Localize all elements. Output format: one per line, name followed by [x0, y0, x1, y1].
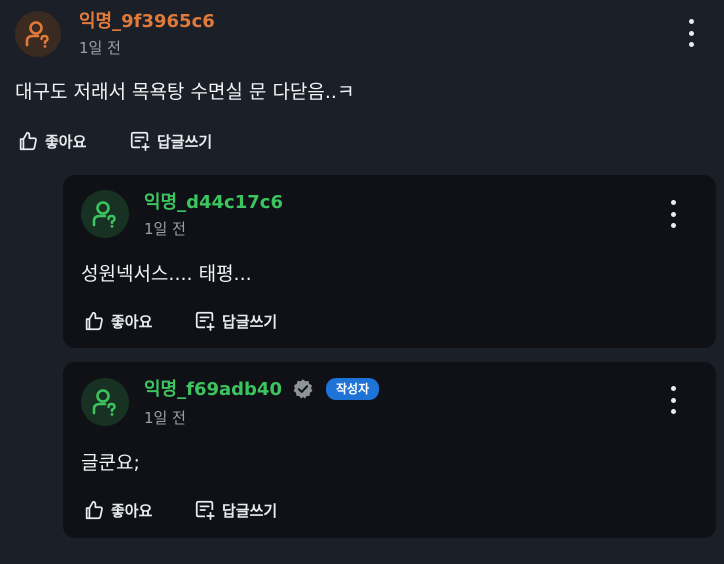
like-button[interactable]: 좋아요: [83, 498, 152, 522]
reply-label: 답글쓰기: [157, 132, 213, 151]
reply-comment-icon: [195, 500, 215, 521]
reply-button[interactable]: 답글쓰기: [129, 129, 212, 153]
reply-card: 익명_f69adb40 작성자 1일 전 글쿤요; 좋아요 답글쓰기: [63, 362, 716, 538]
more-options-button[interactable]: [661, 386, 685, 414]
more-options-button[interactable]: [679, 19, 703, 47]
kebab-menu-icon: [688, 19, 694, 24]
post-body: 대구도 저래서 목욕탕 수면실 문 다닫음..ㅋ: [15, 81, 355, 103]
reply-label: 답글쓰기: [222, 312, 278, 331]
reply-button[interactable]: 답글쓰기: [194, 498, 277, 522]
like-button[interactable]: 좋아요: [17, 129, 86, 153]
more-options-button[interactable]: [661, 200, 685, 228]
thumbs-up-icon: [19, 131, 37, 151]
avatar[interactable]: [15, 11, 61, 57]
avatar[interactable]: [81, 378, 129, 426]
reply-card: 익명_d44c17c6 1일 전 성원넥서스.... 태평... 좋아요 답글쓰…: [63, 175, 716, 348]
reply-body: 성원넥서스.... 태평...: [81, 263, 252, 285]
author-badge: 작성자: [326, 378, 380, 400]
like-label: 좋아요: [45, 132, 87, 151]
reply-body: 글쿤요;: [81, 452, 140, 474]
reply-comment-icon: [195, 311, 215, 332]
like-label: 좋아요: [111, 501, 153, 520]
reply-username[interactable]: 익명_f69adb40: [144, 379, 282, 401]
reply-button[interactable]: 답글쓰기: [194, 309, 277, 333]
reply-time: 1일 전: [144, 220, 186, 238]
reply-time: 1일 전: [144, 409, 186, 427]
kebab-menu-icon: [670, 200, 676, 205]
like-button[interactable]: 좋아요: [83, 309, 152, 333]
like-label: 좋아요: [111, 312, 153, 331]
post-username[interactable]: 익명_9f3965c6: [79, 11, 215, 33]
reply-username[interactable]: 익명_d44c17c6: [144, 192, 283, 214]
post-time: 1일 전: [79, 39, 121, 57]
anonymous-user-icon: [25, 21, 49, 48]
reply-comment-icon: [130, 131, 150, 152]
avatar[interactable]: [81, 190, 129, 238]
thumbs-up-icon: [85, 500, 103, 520]
thumbs-up-icon: [85, 311, 103, 331]
verified-badge-icon: [293, 379, 313, 399]
anonymous-user-icon: [92, 201, 116, 228]
reply-label: 답글쓰기: [222, 501, 278, 520]
anonymous-user-icon: [92, 389, 116, 416]
kebab-menu-icon: [670, 386, 676, 391]
